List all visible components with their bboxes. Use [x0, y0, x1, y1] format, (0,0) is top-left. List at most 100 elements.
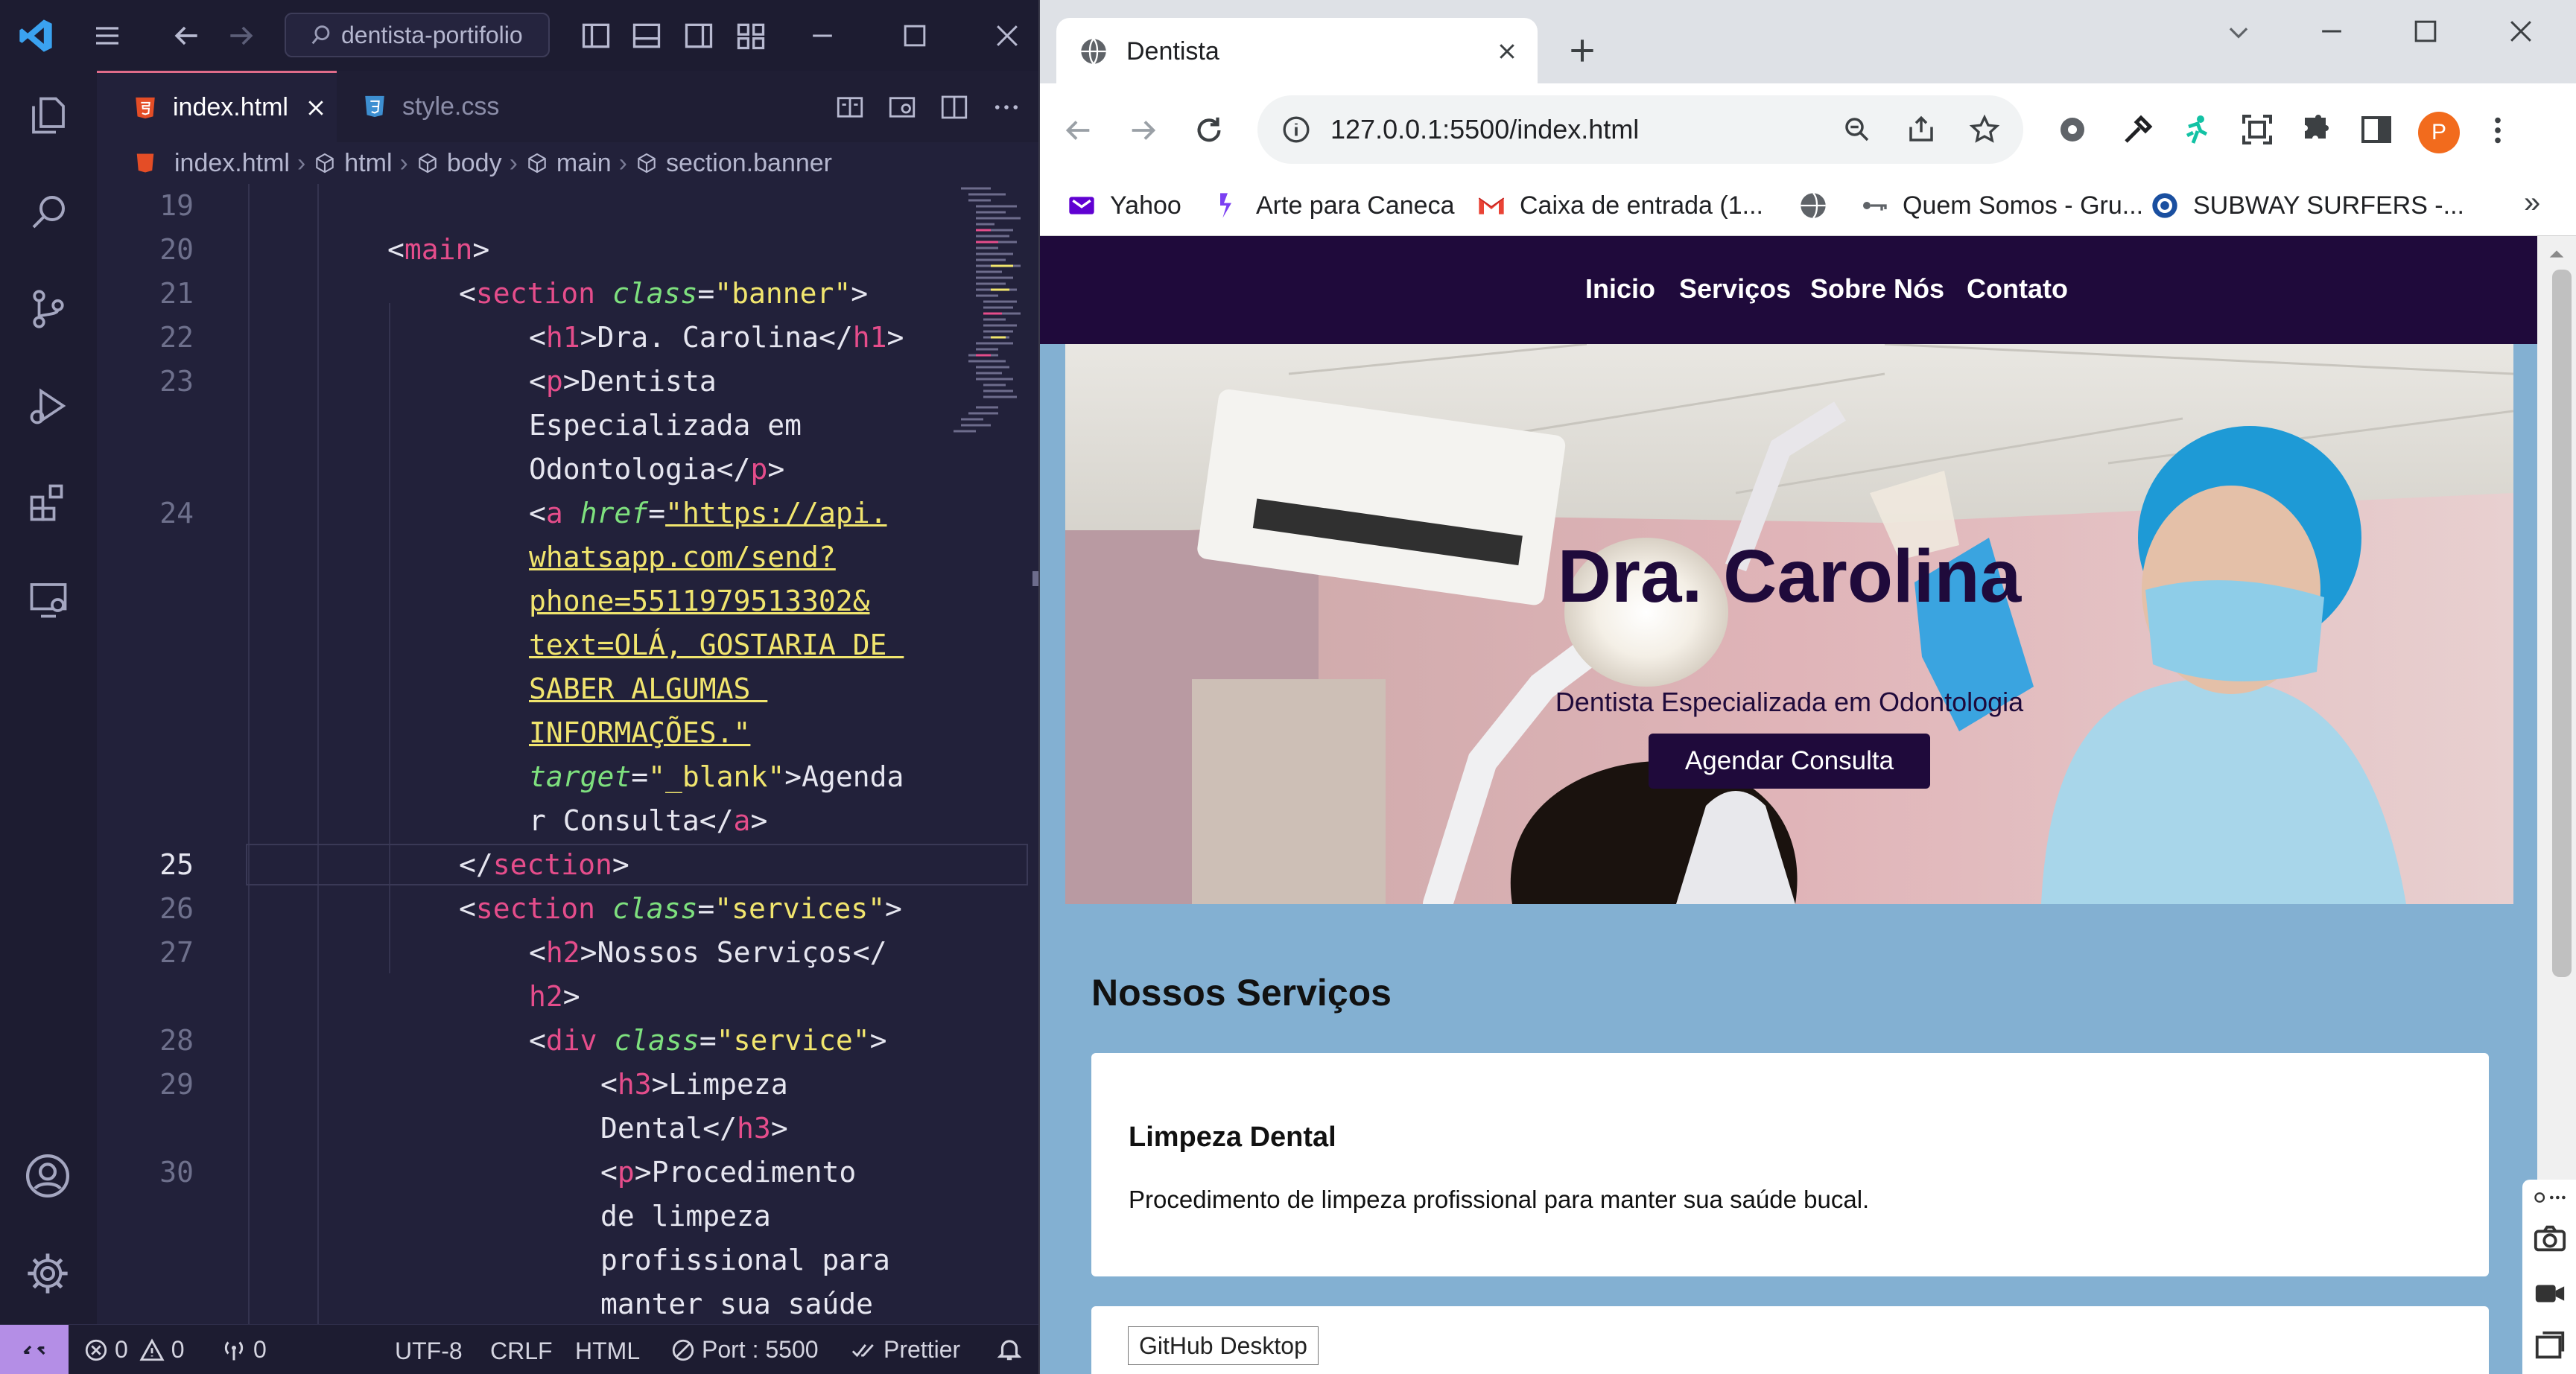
bookmark-globe[interactable] — [1798, 176, 1841, 235]
run-debug-icon[interactable] — [26, 384, 71, 428]
close-tab-icon[interactable] — [1496, 40, 1518, 63]
dentist-hero-photo — [1065, 344, 2513, 904]
more-actions-icon[interactable] — [991, 92, 1022, 123]
close-tab-icon[interactable] — [305, 97, 327, 119]
chrome-menu-icon[interactable] — [2481, 113, 2515, 147]
more-options-icon[interactable] — [2533, 1189, 2567, 1206]
breadcrumb-item[interactable]: section.banner — [666, 149, 832, 178]
split-editor-icon[interactable] — [939, 92, 970, 123]
close-icon[interactable] — [991, 19, 1024, 52]
tab-label: style.css — [402, 92, 500, 121]
maximize-icon[interactable] — [2409, 15, 2442, 48]
extensions-icon[interactable] — [26, 480, 71, 525]
notifications-bell-icon[interactable] — [995, 1335, 1024, 1364]
yahoo-icon — [1069, 197, 1094, 214]
forward-arrow-icon[interactable] — [225, 19, 258, 52]
window-capture-icon[interactable] — [2533, 1329, 2567, 1363]
zoom-icon[interactable] — [1841, 114, 1873, 145]
breadcrumb-item[interactable]: index.html — [174, 149, 290, 178]
back-arrow-icon[interactable] — [1061, 113, 1095, 147]
info-icon[interactable] — [1281, 115, 1311, 144]
extension-runner-icon[interactable] — [2180, 112, 2215, 147]
editor-scrollbar[interactable] — [1032, 571, 1038, 586]
close-window-icon[interactable] — [2504, 15, 2537, 48]
back-arrow-icon[interactable] — [170, 19, 203, 52]
nav-link-contato[interactable]: Contato — [1967, 273, 2068, 305]
toggle-secondary-sidebar-icon[interactable] — [682, 19, 715, 52]
accounts-icon[interactable] — [22, 1151, 73, 1201]
tab-index-html[interactable]: index.html — [97, 71, 337, 142]
bookmark-quem-somos[interactable]: Quem Somos - Gru... — [1859, 176, 2143, 235]
error-icon — [85, 1339, 107, 1361]
explorer-icon[interactable] — [26, 93, 71, 138]
breadcrumb-item[interactable]: html — [344, 149, 392, 178]
nav-link-servicos[interactable]: Serviços — [1679, 273, 1791, 305]
nav-link-sobre-nos[interactable]: Sobre Nós — [1810, 273, 1944, 305]
bookmark-yahoo[interactable]: Yahoo — [1067, 176, 1181, 235]
search-icon[interactable] — [26, 190, 71, 235]
scroll-up-arrow-icon[interactable] — [2546, 247, 2567, 261]
ports-indicator[interactable]: 0 — [221, 1325, 267, 1374]
reload-icon[interactable] — [1192, 113, 1226, 147]
star-bookmark-icon[interactable] — [1968, 113, 2001, 146]
tab-search-chevron-icon[interactable] — [2224, 18, 2253, 46]
prettier-status[interactable]: Prettier — [849, 1325, 960, 1374]
more-bookmarks-chevron[interactable]: » — [2524, 186, 2540, 220]
extensions-puzzle-icon[interactable] — [2299, 112, 2335, 147]
scrollbar-thumb[interactable] — [2552, 270, 2572, 977]
problems-indicator[interactable]: 0 0 — [83, 1325, 185, 1374]
code-line: INFORMAÇÕES." — [529, 716, 751, 749]
settings-gear-icon[interactable] — [24, 1250, 72, 1297]
live-server-port[interactable]: Port : 5500 — [670, 1325, 819, 1374]
command-center-search[interactable]: dentista-portifolio — [285, 13, 550, 57]
screenshot-icon[interactable] — [2239, 112, 2275, 147]
new-tab-icon[interactable] — [1566, 34, 1599, 67]
bookmark-gmail[interactable]: Caixa de entrada (1... — [1476, 176, 1763, 235]
minimize-icon[interactable] — [806, 19, 839, 52]
address-bar[interactable]: 127.0.0.1:5500/index.html — [1257, 95, 2023, 164]
error-count: 0 — [115, 1336, 128, 1363]
toggle-primary-sidebar-icon[interactable] — [580, 19, 612, 52]
language-mode[interactable]: HTML — [575, 1338, 640, 1365]
share-icon[interactable] — [1906, 114, 1937, 145]
toggle-panel-icon[interactable] — [630, 19, 663, 52]
remote-explorer-icon[interactable] — [26, 577, 71, 622]
browser-tab[interactable]: Dentista — [1056, 18, 1538, 85]
menu-icon[interactable] — [91, 21, 124, 51]
profile-avatar[interactable]: P — [2418, 112, 2460, 153]
video-camera-icon[interactable] — [2533, 1276, 2567, 1311]
agendar-consulta-button[interactable]: Agendar Consulta — [1649, 734, 1930, 789]
encoding[interactable]: UTF-8 — [395, 1338, 463, 1365]
bookmark-subway-surfers[interactable]: SUBWAY SURFERS -... — [2150, 176, 2464, 235]
breadcrumb-item[interactable]: main — [556, 149, 612, 178]
code-line: profissional para — [600, 1244, 890, 1276]
double-check-icon — [851, 1343, 874, 1357]
forward-arrow-icon[interactable] — [1126, 113, 1161, 147]
globe-icon — [1801, 192, 1826, 219]
warning-icon — [139, 1338, 165, 1361]
customize-layout-icon[interactable] — [735, 19, 767, 52]
element-icon — [416, 151, 440, 175]
minimap[interactable] — [946, 184, 1028, 497]
end-of-line[interactable]: CRLF — [490, 1338, 553, 1365]
code-line: 22 <h1>Dra. Carolina</h1> — [159, 321, 904, 354]
canva-icon — [1220, 193, 1231, 218]
remote-indicator[interactable] — [0, 1325, 69, 1374]
color-picker-icon[interactable] — [2120, 112, 2156, 147]
nav-link-inicio[interactable]: Inicio — [1585, 273, 1655, 305]
tab-style-css[interactable]: style.css — [337, 71, 577, 142]
source-control-icon[interactable] — [26, 287, 71, 331]
minimize-icon[interactable] — [2315, 15, 2348, 48]
bookmark-arte-caneca[interactable]: Arte para Caneca — [1213, 176, 1455, 235]
breadcrumb-item[interactable]: body — [447, 149, 502, 178]
camera-icon[interactable] — [2533, 1221, 2567, 1256]
html5-icon — [134, 151, 156, 175]
side-panel-icon[interactable] — [2358, 112, 2394, 147]
code-line-current: 25 </section> — [159, 848, 629, 881]
code-editor[interactable]: 19 20 <main> 21 <section class="banner"> 2… — [97, 184, 1038, 1324]
code-line: 28 <div class="service"> — [159, 1024, 887, 1057]
open-changes-icon[interactable] — [834, 92, 866, 123]
maximize-icon[interactable] — [898, 19, 931, 52]
open-preview-icon[interactable] — [886, 92, 918, 123]
extension-gear-icon[interactable] — [2055, 112, 2090, 147]
